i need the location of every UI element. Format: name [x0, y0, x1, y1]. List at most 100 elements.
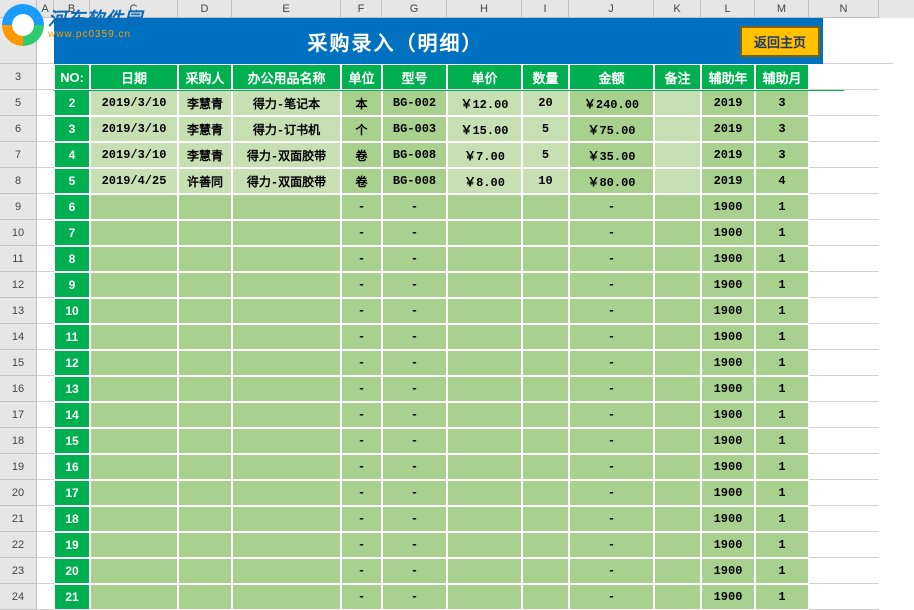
- col-header-L[interactable]: L: [701, 0, 755, 18]
- cell-model[interactable]: -: [382, 246, 447, 272]
- cell-month[interactable]: 1: [755, 376, 809, 402]
- cell-buyer[interactable]: 李慧青: [178, 90, 232, 116]
- cell-price[interactable]: [447, 532, 522, 558]
- cell-name[interactable]: [232, 324, 341, 350]
- cell-unit[interactable]: 卷: [341, 168, 382, 194]
- cell-qty[interactable]: [522, 480, 569, 506]
- cell-month[interactable]: 1: [755, 298, 809, 324]
- row-header-3[interactable]: 3: [0, 64, 37, 90]
- cell-no[interactable]: 18: [54, 506, 90, 532]
- cell-note[interactable]: [654, 90, 701, 116]
- cell-month[interactable]: 3: [755, 142, 809, 168]
- cell-qty[interactable]: [522, 194, 569, 220]
- cell-no[interactable]: 19: [54, 532, 90, 558]
- cell-unit[interactable]: -: [341, 194, 382, 220]
- cell-buyer[interactable]: [178, 194, 232, 220]
- cell-model[interactable]: -: [382, 402, 447, 428]
- cell-date[interactable]: [90, 480, 178, 506]
- col-header-G[interactable]: G: [382, 0, 447, 18]
- cell-year[interactable]: 1900: [701, 246, 755, 272]
- col-header-I[interactable]: I: [522, 0, 569, 18]
- cell-buyer[interactable]: [178, 272, 232, 298]
- cell-price[interactable]: ￥15.00: [447, 116, 522, 142]
- cell-year[interactable]: 1900: [701, 480, 755, 506]
- cell-no[interactable]: 15: [54, 428, 90, 454]
- cell-unit[interactable]: -: [341, 428, 382, 454]
- cell-amount[interactable]: -: [569, 220, 654, 246]
- cell-note[interactable]: [654, 168, 701, 194]
- cell-date[interactable]: [90, 402, 178, 428]
- cell-month[interactable]: 1: [755, 246, 809, 272]
- cell-buyer[interactable]: [178, 558, 232, 584]
- cell-date[interactable]: [90, 246, 178, 272]
- cell-no[interactable]: 2: [54, 90, 90, 116]
- row-header-23[interactable]: 23: [0, 558, 37, 584]
- cell-date[interactable]: [90, 584, 178, 610]
- cell-note[interactable]: [654, 246, 701, 272]
- cell-date[interactable]: 2019/3/10: [90, 142, 178, 168]
- header-note[interactable]: 备注: [654, 64, 701, 90]
- cell-qty[interactable]: [522, 220, 569, 246]
- cell-amount[interactable]: -: [569, 454, 654, 480]
- cell-no[interactable]: 12: [54, 350, 90, 376]
- cell-price[interactable]: ￥8.00: [447, 168, 522, 194]
- cell-buyer[interactable]: [178, 428, 232, 454]
- row-header-22[interactable]: 22: [0, 532, 37, 558]
- cell-month[interactable]: 1: [755, 480, 809, 506]
- cell-no[interactable]: 11: [54, 324, 90, 350]
- cell-name[interactable]: [232, 454, 341, 480]
- cell-qty[interactable]: [522, 402, 569, 428]
- cell-year[interactable]: 1900: [701, 272, 755, 298]
- cell-name[interactable]: [232, 584, 341, 610]
- cell-qty[interactable]: [522, 272, 569, 298]
- cell-amount[interactable]: ￥240.00: [569, 90, 654, 116]
- cell-no[interactable]: 13: [54, 376, 90, 402]
- cell-note[interactable]: [654, 402, 701, 428]
- cell-qty[interactable]: [522, 376, 569, 402]
- cell-year[interactable]: 1900: [701, 220, 755, 246]
- cell-date[interactable]: 2019/3/10: [90, 90, 178, 116]
- cell-note[interactable]: [654, 220, 701, 246]
- cell-name[interactable]: [232, 376, 341, 402]
- cell-note[interactable]: [654, 194, 701, 220]
- cell-no[interactable]: 16: [54, 454, 90, 480]
- row-header-5[interactable]: 5: [0, 90, 37, 116]
- cell-name[interactable]: [232, 272, 341, 298]
- cell-date[interactable]: [90, 558, 178, 584]
- cell-note[interactable]: [654, 454, 701, 480]
- cell-amount[interactable]: -: [569, 376, 654, 402]
- cell-buyer[interactable]: [178, 324, 232, 350]
- cell-buyer[interactable]: [178, 350, 232, 376]
- cell-note[interactable]: [654, 584, 701, 610]
- cell-unit[interactable]: -: [341, 454, 382, 480]
- cell-month[interactable]: 1: [755, 428, 809, 454]
- cell-year[interactable]: 2019: [701, 168, 755, 194]
- cell-price[interactable]: [447, 480, 522, 506]
- cell-amount[interactable]: -: [569, 558, 654, 584]
- cell-unit[interactable]: -: [341, 376, 382, 402]
- cell-year[interactable]: 1900: [701, 428, 755, 454]
- cell-year[interactable]: 1900: [701, 324, 755, 350]
- cell-name[interactable]: [232, 532, 341, 558]
- cell-unit[interactable]: 卷: [341, 142, 382, 168]
- cell-unit[interactable]: 个: [341, 116, 382, 142]
- cell-buyer[interactable]: [178, 532, 232, 558]
- col-header-C[interactable]: C: [90, 0, 178, 18]
- cell-unit[interactable]: -: [341, 480, 382, 506]
- cell-model[interactable]: -: [382, 506, 447, 532]
- row-header-24[interactable]: 24: [0, 584, 37, 610]
- cell-unit[interactable]: -: [341, 324, 382, 350]
- cell-date[interactable]: [90, 194, 178, 220]
- cell-name[interactable]: [232, 246, 341, 272]
- cell-name[interactable]: [232, 350, 341, 376]
- header-name[interactable]: 办公用品名称: [232, 64, 341, 90]
- cell-no[interactable]: 21: [54, 584, 90, 610]
- cell-model[interactable]: -: [382, 324, 447, 350]
- cell-amount[interactable]: -: [569, 246, 654, 272]
- row-header-2[interactable]: 2: [0, 18, 37, 64]
- cell-note[interactable]: [654, 428, 701, 454]
- cell-price[interactable]: [447, 506, 522, 532]
- cell-buyer[interactable]: [178, 298, 232, 324]
- header-price[interactable]: 单价: [447, 64, 522, 90]
- cell-model[interactable]: BG-003: [382, 116, 447, 142]
